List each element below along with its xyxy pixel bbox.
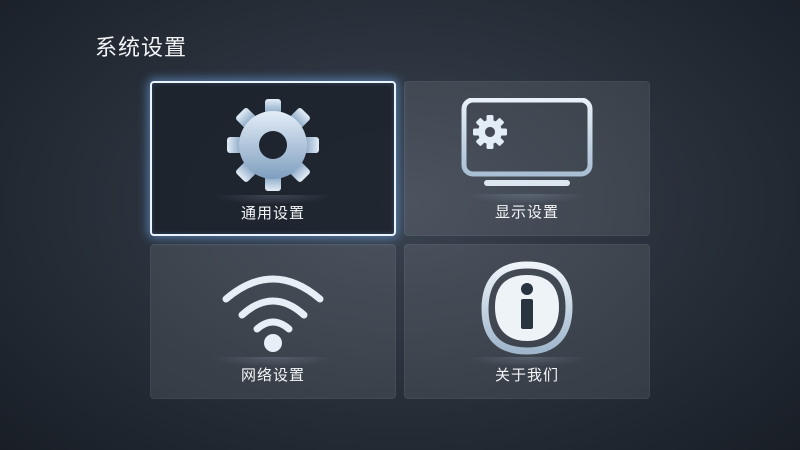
about-us-tile[interactable]: 关于我们 — [404, 244, 650, 399]
page-title: 系统设置 — [95, 36, 188, 61]
info-icon — [405, 245, 649, 367]
wifi-icon — [151, 245, 395, 367]
display-settings-label: 显示设置 — [494, 203, 559, 221]
display-settings-tile[interactable]: 显示设置 — [404, 81, 650, 236]
about-us-label: 关于我们 — [494, 366, 559, 384]
settings-menu-grid: 通用设置 显示设置 网络设置 关于我们 — [150, 81, 650, 399]
network-settings-label: 网络设置 — [240, 366, 305, 384]
monitor-icon — [405, 82, 649, 204]
gear-icon — [152, 83, 394, 205]
general-settings-label: 通用设置 — [240, 204, 305, 222]
general-settings-tile[interactable]: 通用设置 — [150, 81, 396, 236]
network-settings-tile[interactable]: 网络设置 — [150, 244, 396, 399]
